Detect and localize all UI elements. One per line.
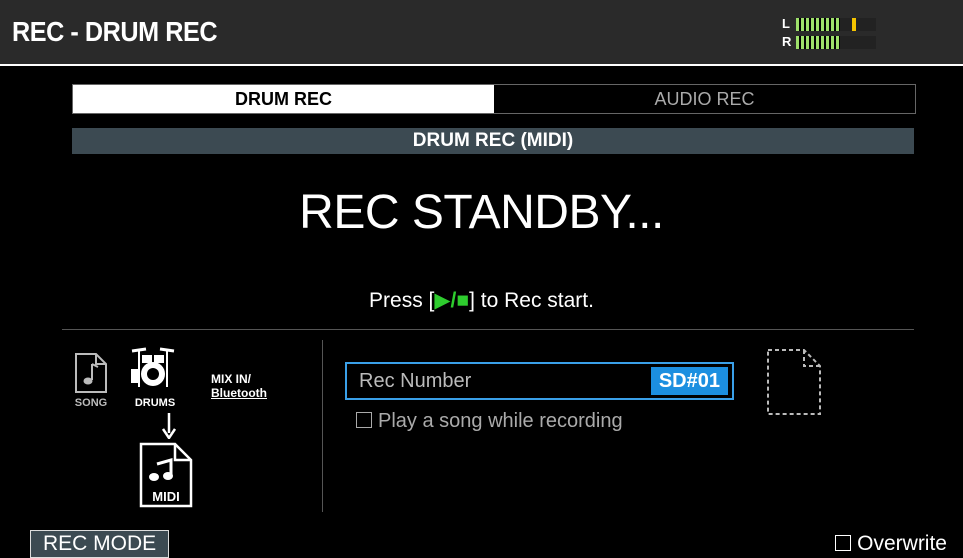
rec-number-label: Rec Number (359, 370, 472, 392)
drums-label: DRUMS (134, 397, 176, 409)
bluetooth-label: Bluetooth (211, 386, 267, 400)
tab-drum-rec[interactable]: DRUM REC (73, 85, 494, 113)
meter-right: R (782, 34, 882, 50)
song-label: SONG (74, 397, 108, 409)
meter-left-peak (852, 18, 856, 31)
rec-type-tabs: DRUM REC AUDIO REC (72, 84, 916, 114)
song-file-icon (75, 353, 107, 393)
mixin-label: MIX IN/ (211, 372, 252, 386)
rec-status-text: REC STANDBY... (299, 186, 664, 239)
meter-left: L (782, 16, 882, 32)
hint-suffix: ] to Rec start. (469, 289, 594, 312)
down-arrow-icon (162, 413, 176, 439)
meter-left-label: L (782, 16, 790, 31)
screen-title: REC - DRUM REC (12, 16, 218, 47)
overwrite-option[interactable]: Overwrite (835, 532, 947, 556)
level-meter: L R (782, 14, 882, 54)
play-stop-symbol: ▶/■ (434, 289, 470, 312)
empty-file-icon (767, 349, 821, 415)
hint-prefix: Press [ (369, 289, 435, 312)
drum-kit-icon (131, 347, 175, 387)
tab-audio-rec[interactable]: AUDIO REC (494, 85, 915, 113)
title-bar: REC - DRUM REC L R (0, 0, 963, 66)
rec-number-value[interactable]: SD#01 (650, 367, 728, 395)
overwrite-label: Overwrite (857, 532, 947, 555)
start-hint: Press [▶/■] to Rec start. (0, 288, 963, 313)
play-song-option[interactable]: Play a song while recording (356, 410, 623, 433)
rec-number-field[interactable]: Rec Number SD#01 (345, 362, 734, 400)
meter-left-fill (796, 18, 840, 31)
meter-right-label: R (782, 34, 792, 49)
overwrite-checkbox[interactable] (835, 535, 852, 551)
meter-right-track (796, 36, 876, 49)
meter-left-track (796, 18, 876, 31)
rec-mode-button[interactable]: REC MODE (30, 530, 170, 558)
vertical-divider (322, 340, 323, 512)
meter-right-fill (796, 36, 840, 49)
play-song-checkbox[interactable] (356, 412, 372, 428)
rec-mode-banner: DRUM REC (MIDI) (72, 128, 914, 154)
horizontal-divider (62, 329, 914, 330)
midi-label: MIDI (152, 489, 180, 504)
play-song-label: Play a song while recording (378, 410, 623, 432)
